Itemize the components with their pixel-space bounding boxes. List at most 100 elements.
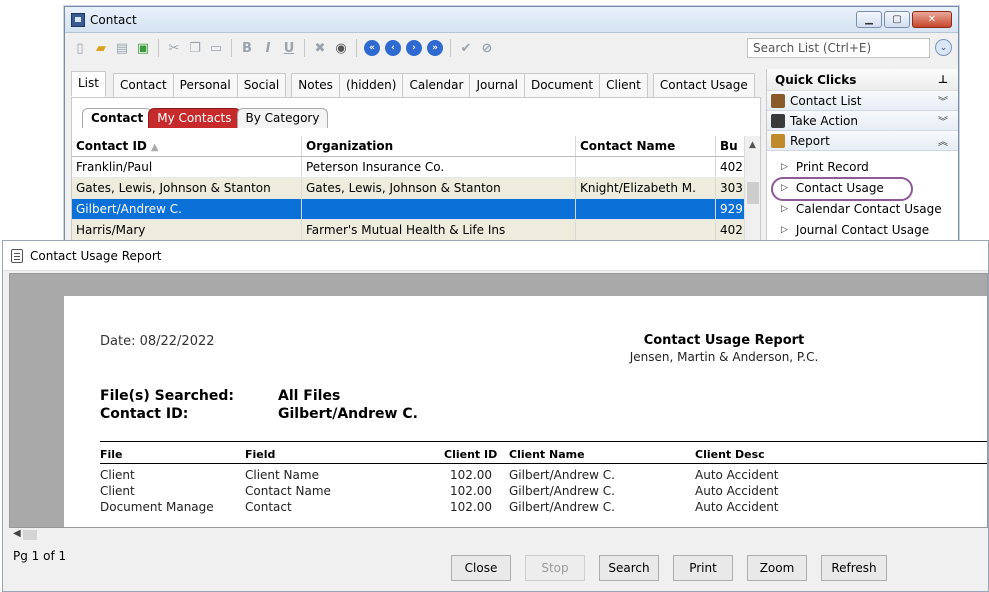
tab-notes[interactable]: Notes bbox=[291, 73, 340, 97]
tab-social[interactable]: Social bbox=[236, 73, 287, 97]
stop-button[interactable]: Stop bbox=[525, 555, 585, 581]
refresh-button[interactable]: Refresh bbox=[821, 555, 887, 581]
files-searched-value: All Files bbox=[278, 388, 341, 404]
window-title: Contact bbox=[90, 12, 137, 27]
close-window-button[interactable]: ✕ bbox=[912, 11, 952, 28]
minimize-button[interactable]: ▁ bbox=[856, 11, 882, 28]
search-button[interactable]: Search bbox=[599, 555, 659, 581]
report-cell-file: Client bbox=[100, 468, 135, 482]
report-divider bbox=[100, 441, 987, 442]
quick-item-print-record[interactable]: ▷ Print Record bbox=[767, 156, 958, 177]
scroll-thumb[interactable] bbox=[23, 530, 37, 540]
search-list-input[interactable]: Search List (Ctrl+E) bbox=[747, 38, 930, 58]
report-horizontal-scrollbar[interactable]: ◀ bbox=[9, 528, 988, 542]
tab-personal[interactable]: Personal bbox=[172, 73, 238, 97]
expand-chevron-icon[interactable]: ︾ bbox=[938, 113, 948, 128]
contact-grid: Contact ID ▲ Organization Contact Name Bu… bbox=[72, 136, 754, 241]
report-heading: Contact Usage Report bbox=[643, 333, 805, 348]
section-label: Report bbox=[790, 133, 830, 148]
save-icon[interactable]: ▤ bbox=[113, 39, 131, 57]
search-dropdown-icon[interactable]: ⌄ bbox=[935, 39, 952, 56]
cell-contact-name bbox=[576, 220, 716, 240]
contact-titlebar: Contact ▁ ▢ ✕ bbox=[65, 7, 958, 33]
print-button[interactable]: Print bbox=[673, 555, 733, 581]
italic-icon[interactable]: I bbox=[259, 39, 277, 57]
toolbar-separator bbox=[450, 39, 451, 57]
report-icon bbox=[771, 133, 785, 148]
table-row-selected[interactable]: Gilbert/Andrew C. 929 bbox=[72, 199, 754, 220]
quick-clicks-header: Quick Clicks ⊥ bbox=[767, 69, 958, 91]
toolbar-separator bbox=[231, 39, 232, 57]
close-button[interactable]: Close bbox=[451, 555, 511, 581]
report-column-file: File bbox=[100, 448, 123, 461]
column-header-contact-id[interactable]: Contact ID ▲ bbox=[72, 136, 302, 156]
subtab-my-contacts[interactable]: My Contacts bbox=[148, 108, 241, 128]
open-folder-icon[interactable]: ▰ bbox=[92, 39, 110, 57]
tab-journal[interactable]: Journal bbox=[469, 73, 525, 97]
scroll-thumb[interactable] bbox=[747, 182, 759, 204]
item-label: Journal Contact Usage bbox=[795, 222, 930, 237]
report-preview-area[interactable]: Date: 08/22/2022 Contact Usage Report Je… bbox=[9, 273, 988, 528]
quick-section-contact-list[interactable]: Contact List ︾ bbox=[767, 91, 958, 111]
zoom-button[interactable]: Zoom bbox=[747, 555, 807, 581]
take-action-icon bbox=[771, 113, 785, 128]
expand-chevron-icon[interactable]: ︾ bbox=[938, 93, 948, 108]
cell-organization: Farmer's Mutual Health & Life Ins bbox=[302, 220, 576, 240]
report-column-client-id: Client ID bbox=[444, 448, 498, 461]
tab-calendar[interactable]: Calendar bbox=[402, 73, 471, 97]
table-row[interactable]: Gates, Lewis, Johnson & Stanton Gates, L… bbox=[72, 178, 754, 199]
collapse-chevron-icon[interactable]: ︽ bbox=[938, 133, 948, 148]
quick-section-report[interactable]: Report ︽ bbox=[767, 131, 958, 151]
grid-header: Contact ID ▲ Organization Contact Name Bu bbox=[72, 136, 754, 157]
subtab-contact[interactable]: Contact bbox=[82, 108, 153, 128]
new-record-icon[interactable]: ▯ bbox=[71, 39, 89, 57]
cell-contact-id: Franklin/Paul bbox=[72, 157, 302, 177]
table-row[interactable]: Franklin/Paul Peterson Insurance Co. 402 bbox=[72, 157, 754, 178]
save-close-icon[interactable]: ▣ bbox=[134, 39, 152, 57]
column-header-contact-name[interactable]: Contact Name bbox=[576, 136, 716, 156]
cell-organization: Peterson Insurance Co. bbox=[302, 157, 576, 177]
toolbar: ▯ ▰ ▤ ▣ ✂ ❐ ▭ B I U ✖ ◉ « ‹ › » ✔ ⊘ Sear… bbox=[65, 34, 958, 62]
paste-icon[interactable]: ▭ bbox=[207, 39, 225, 57]
scroll-up-icon[interactable]: ▲ bbox=[745, 136, 760, 154]
previous-record-icon[interactable]: ‹ bbox=[385, 40, 401, 56]
last-record-icon[interactable]: » bbox=[427, 40, 443, 56]
subtab-by-category[interactable]: By Category bbox=[236, 108, 329, 128]
tab-contact[interactable]: Contact bbox=[112, 73, 174, 97]
copy-icon[interactable]: ❐ bbox=[186, 39, 204, 57]
quick-item-journal-contact-usage[interactable]: ▷ Journal Contact Usage bbox=[767, 219, 958, 240]
cell-contact-name bbox=[576, 157, 716, 177]
report-date: Date: 08/22/2022 bbox=[100, 334, 215, 349]
report-cell-client-id: 102.00 bbox=[450, 468, 492, 482]
maximize-button[interactable]: ▢ bbox=[884, 11, 910, 28]
triangle-right-icon: ▷ bbox=[781, 161, 788, 172]
report-cell-client-desc: Auto Accident bbox=[695, 484, 779, 498]
cut-icon[interactable]: ✂ bbox=[165, 39, 183, 57]
table-row[interactable]: Harris/Mary Farmer's Mutual Health & Lif… bbox=[72, 220, 754, 241]
first-record-icon[interactable]: « bbox=[364, 40, 380, 56]
underline-icon[interactable]: U bbox=[280, 39, 298, 57]
item-label: Print Record bbox=[795, 159, 869, 174]
spell-check-icon[interactable]: ✔ bbox=[457, 39, 475, 57]
tab-list[interactable]: List bbox=[71, 71, 106, 97]
quick-item-contact-usage[interactable]: ▷ Contact Usage bbox=[767, 177, 958, 201]
tab-hidden[interactable]: (hidden) bbox=[338, 73, 404, 97]
bold-icon[interactable]: B bbox=[238, 39, 256, 57]
cancel-icon[interactable]: ⊘ bbox=[478, 39, 496, 57]
report-column-field: Field bbox=[245, 448, 276, 461]
column-header-organization[interactable]: Organization bbox=[302, 136, 576, 156]
pin-icon[interactable]: ⊥ bbox=[938, 73, 948, 86]
delete-icon[interactable]: ✖ bbox=[311, 39, 329, 57]
binoculars-icon[interactable]: ◉ bbox=[332, 39, 350, 57]
report-cell-client-desc: Auto Accident bbox=[695, 500, 779, 514]
scroll-left-icon[interactable]: ◀ bbox=[13, 528, 21, 539]
report-firm-name: Jensen, Martin & Anderson, P.C. bbox=[629, 350, 819, 364]
tab-contact-usage[interactable]: Contact Usage bbox=[652, 73, 755, 97]
next-record-icon[interactable]: › bbox=[406, 40, 422, 56]
quick-item-calendar-contact-usage[interactable]: ▷ Calendar Contact Usage bbox=[767, 198, 958, 219]
toolbar-separator bbox=[356, 39, 357, 57]
tab-document[interactable]: Document bbox=[523, 73, 601, 97]
quick-section-take-action[interactable]: Take Action ︾ bbox=[767, 111, 958, 131]
tab-client[interactable]: Client bbox=[599, 73, 648, 97]
report-cell-client-desc: Auto Accident bbox=[695, 468, 779, 482]
